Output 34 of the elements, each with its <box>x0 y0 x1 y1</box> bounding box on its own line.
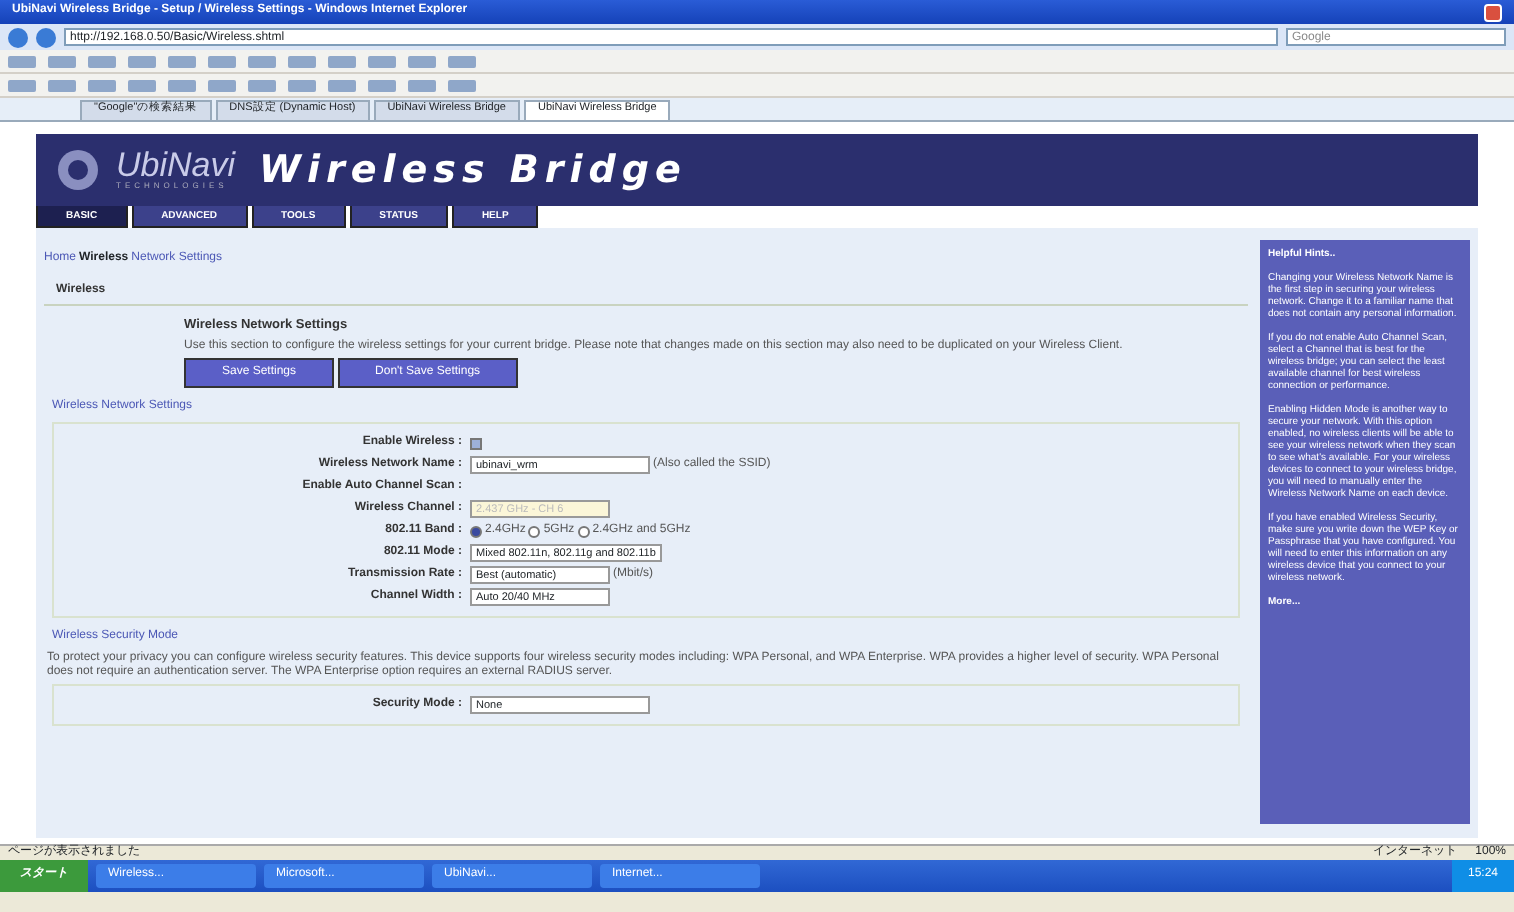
toolbar-icon[interactable] <box>208 79 236 91</box>
forward-button[interactable] <box>36 27 56 47</box>
toolbar-icon[interactable] <box>128 79 156 91</box>
toolbar-icon[interactable] <box>288 55 316 67</box>
toolbar-icon[interactable] <box>368 79 396 91</box>
toolbar-icon[interactable] <box>248 79 276 91</box>
toolbar-icon[interactable] <box>48 55 76 67</box>
close-button[interactable] <box>1484 3 1502 21</box>
toolbar-icon[interactable] <box>128 55 156 67</box>
toolbar-icon[interactable] <box>88 79 116 91</box>
toolbar-icon[interactable] <box>168 79 196 91</box>
toolbar-icon[interactable] <box>328 55 356 67</box>
radio-button[interactable] <box>577 525 590 538</box>
toolbar-icon[interactable] <box>328 79 356 91</box>
gear-icon <box>56 148 100 192</box>
product-title: Wireless Bridge <box>259 147 687 193</box>
radio-button[interactable] <box>470 525 482 538</box>
radio-button[interactable] <box>528 525 541 538</box>
toolbar-icon[interactable] <box>208 55 236 67</box>
toolbar-icon[interactable] <box>48 79 76 91</box>
toolbar-icon[interactable] <box>408 79 436 91</box>
toolbar-icon[interactable] <box>288 79 316 91</box>
toolbar-icon[interactable] <box>408 55 436 67</box>
back-button[interactable] <box>8 27 28 47</box>
toolbar-icon[interactable] <box>448 55 476 67</box>
brand-name: UbiNavi <box>116 148 236 183</box>
toolbar-icon[interactable] <box>8 79 36 91</box>
toolbar-icon[interactable] <box>8 55 36 67</box>
toolbar-icon[interactable] <box>368 55 396 67</box>
toolbar-icon[interactable] <box>168 55 196 67</box>
toolbar-icon[interactable] <box>88 55 116 67</box>
checkbox[interactable] <box>470 437 482 450</box>
toolbar-icon[interactable] <box>248 55 276 67</box>
toolbar-icon[interactable] <box>448 79 476 91</box>
